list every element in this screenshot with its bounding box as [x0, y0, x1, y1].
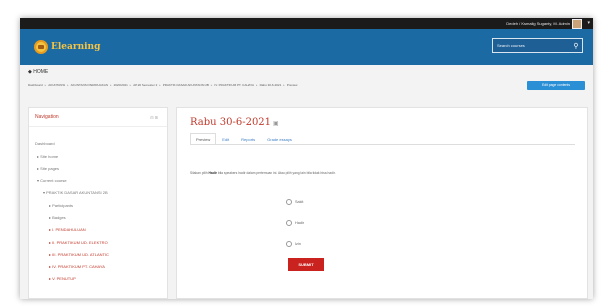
nav-item-current-course[interactable]: ▾ Current course	[37, 178, 67, 183]
site-logo[interactable]: Elearning	[34, 40, 100, 54]
logo-text: Elearning	[51, 42, 101, 52]
nav-item-section-1[interactable]: ▸ I. PENDAHULUAN	[49, 227, 86, 232]
question-bold: Hadir	[208, 171, 217, 175]
user-menu-name[interactable]: Dedeh / Ksmalig Suganty, M. Admin	[506, 21, 570, 26]
navigation-title: Navigation	[35, 114, 59, 120]
page-title-text: Rabu 30-6-2021	[190, 117, 272, 128]
submit-button[interactable]: SUBMIT	[288, 258, 324, 271]
breadcrumb: Dashboard ▸ AKUNTANSI ▸ AKUNTANSI PERPAJAKAN…	[28, 83, 527, 87]
question-prefix: Silakan pilih	[190, 171, 209, 175]
nav-item-badges[interactable]: ▸ Badges	[49, 215, 66, 220]
breadcrumb-item[interactable]: 2020/2021	[114, 83, 128, 87]
breadcrumb-separator-icon: ▸	[159, 83, 161, 87]
page-title: Rabu 30-6-2021 ▣	[190, 117, 279, 128]
breadcrumb-separator-icon: ▸	[110, 83, 112, 87]
search-box[interactable]: Search courses ⚲	[492, 38, 583, 53]
question-suffix: bila speakers hadir dalam pertemuan ini.…	[216, 171, 336, 175]
breadcrumb-separator-icon: ▸	[210, 83, 213, 87]
search-input[interactable]: Search courses	[493, 43, 570, 48]
breadcrumb-separator-icon: ▸	[129, 83, 132, 87]
logo-icon	[34, 40, 48, 54]
top-bar: Dedeh / Ksmalig Suganty, M. Admin ▾	[20, 18, 593, 29]
breadcrumb-separator-icon: ▸	[283, 83, 285, 87]
question-text: Silakan pilih Hadir bila speakers hadir …	[190, 171, 336, 175]
navigation-block: Navigation ⊟⊞ Dashboard ▸ Site home ▸ Si…	[28, 107, 168, 299]
breadcrumb-item[interactable]: IV. PRAKTIKUM PT. CAHAYA	[214, 83, 254, 87]
breadcrumb-row: Dashboard ▸ AKUNTANSI ▸ AKUNTANSI PERPAJAKAN…	[28, 79, 585, 91]
breadcrumb-item[interactable]: AKUNTANSI	[48, 83, 65, 87]
edit-title-icon[interactable]: ▣	[273, 120, 279, 127]
nav-item-section-4[interactable]: ▸ IV. PRAKTIKUM PT. CAHAYA	[49, 264, 105, 269]
edit-page-contents-button[interactable]: Edit page contents	[527, 80, 585, 90]
nav-item-participants[interactable]: ▸ Participants	[49, 203, 73, 208]
option-label: Hadir	[295, 221, 305, 225]
option-izin[interactable]: Izin	[286, 241, 301, 247]
breadcrumb-item[interactable]: PRAKTIK DASAR AKUNTANSI 2B	[163, 83, 209, 87]
chevron-down-icon[interactable]: ▾	[587, 20, 590, 26]
option-label: Sakit	[295, 200, 304, 204]
nav-item-section-5[interactable]: ▸ V. PENUTUP	[49, 276, 76, 281]
radio-hadir[interactable]	[286, 220, 292, 226]
main-content: Rabu 30-6-2021 ▣ Preview Edit Reports Gra…	[176, 107, 588, 299]
breadcrumb-item[interactable]: Preview	[287, 83, 298, 87]
breadcrumb-item[interactable]: AP.20 Semester 2	[133, 83, 157, 87]
navigation-header: Navigation ⊟⊞	[29, 108, 167, 127]
option-sakit[interactable]: Sakit	[286, 199, 303, 205]
site-header: Elearning Search courses ⚲	[20, 29, 593, 65]
nav-item-section-3[interactable]: ▸ III. PRAKTIKUM UD. ATLANTIC	[49, 252, 109, 257]
breadcrumb-item[interactable]: Dashboard	[28, 83, 43, 87]
nav-item-course[interactable]: ▾ PRAKTIK DASAR AKUNTANSI 2B	[43, 190, 108, 195]
search-icon[interactable]: ⚲	[570, 42, 582, 50]
home-link[interactable]: ◆ HOME	[28, 69, 48, 75]
nav-item-section-2[interactable]: ▸ II. PRAKTIKUM UD. ELEKTRO	[49, 240, 108, 245]
nav-item-dashboard[interactable]: Dashboard	[35, 141, 55, 146]
nav-item-site-home[interactable]: ▸ Site home	[37, 154, 58, 159]
nav-item-site-pages[interactable]: ▸ Site pages	[37, 166, 59, 171]
option-label: Izin	[295, 242, 301, 246]
breadcrumb-item[interactable]: Rabu 30-6-2021	[260, 83, 282, 87]
breadcrumb-separator-icon: ▸	[67, 83, 69, 87]
radio-sakit[interactable]	[286, 199, 292, 205]
breadcrumb-item[interactable]: AKUNTANSI PERPAJAKAN	[71, 83, 108, 87]
tabs-divider	[190, 144, 575, 145]
breadcrumb-separator-icon: ▸	[44, 83, 47, 87]
option-hadir[interactable]: Hadir	[286, 220, 304, 226]
browser-frame: Dedeh / Ksmalig Suganty, M. Admin ▾ Elea…	[20, 18, 593, 299]
block-controls-icon[interactable]: ⊟⊞	[150, 115, 159, 120]
user-avatar[interactable]	[572, 19, 582, 29]
radio-izin[interactable]	[286, 241, 292, 247]
breadcrumb-separator-icon: ▸	[256, 83, 258, 87]
